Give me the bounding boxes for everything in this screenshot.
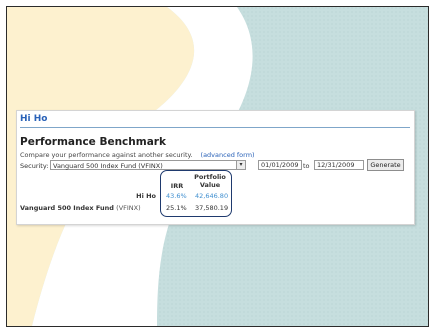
value-hiho: 42,646.80 — [195, 192, 229, 200]
security-label: Security: — [20, 162, 49, 170]
row-label-hiho: Hi Ho — [136, 192, 156, 200]
portfolio-header-line2: Value — [199, 181, 221, 189]
start-date-input[interactable]: 01/01/2009 — [258, 160, 302, 170]
dropdown-arrow-icon[interactable]: ▾ — [236, 161, 245, 169]
portfolio-header-line1: Portfolio — [194, 173, 226, 181]
row-ticker: (VFINX) — [116, 204, 141, 212]
app-title: Hi Ho — [20, 114, 48, 124]
section-subtitle: Compare your performance against another… — [20, 151, 255, 159]
security-select-value: Vanguard 500 Index Fund (VFINX) — [53, 162, 163, 170]
to-label: to — [303, 162, 310, 170]
irr-hiho: 43.6% — [166, 192, 187, 200]
row-name: Vanguard 500 Index Fund — [20, 204, 114, 212]
row-label-vfinx: Vanguard 500 Index Fund (VFINX) — [20, 204, 141, 212]
generate-button[interactable]: Generate — [367, 159, 404, 171]
security-select[interactable]: Vanguard 500 Index Fund (VFINX) ▾ — [50, 160, 246, 170]
performance-panel: Hi Ho Performance Benchmark Compare your… — [16, 110, 415, 225]
subtitle-text: Compare your performance against another… — [20, 151, 193, 159]
section-title: Performance Benchmark — [20, 136, 166, 148]
end-date-input[interactable]: 12/31/2009 — [314, 160, 364, 170]
value-vfinx: 37,580.19 — [195, 204, 229, 212]
row-name: Hi Ho — [136, 192, 156, 200]
irr-header: IRR — [170, 182, 184, 190]
irr-vfinx: 25.1% — [166, 204, 187, 212]
advanced-form-link[interactable]: (advanced form) — [201, 151, 255, 159]
title-divider — [20, 127, 410, 128]
slide-frame: Hi Ho Performance Benchmark Compare your… — [6, 6, 429, 327]
